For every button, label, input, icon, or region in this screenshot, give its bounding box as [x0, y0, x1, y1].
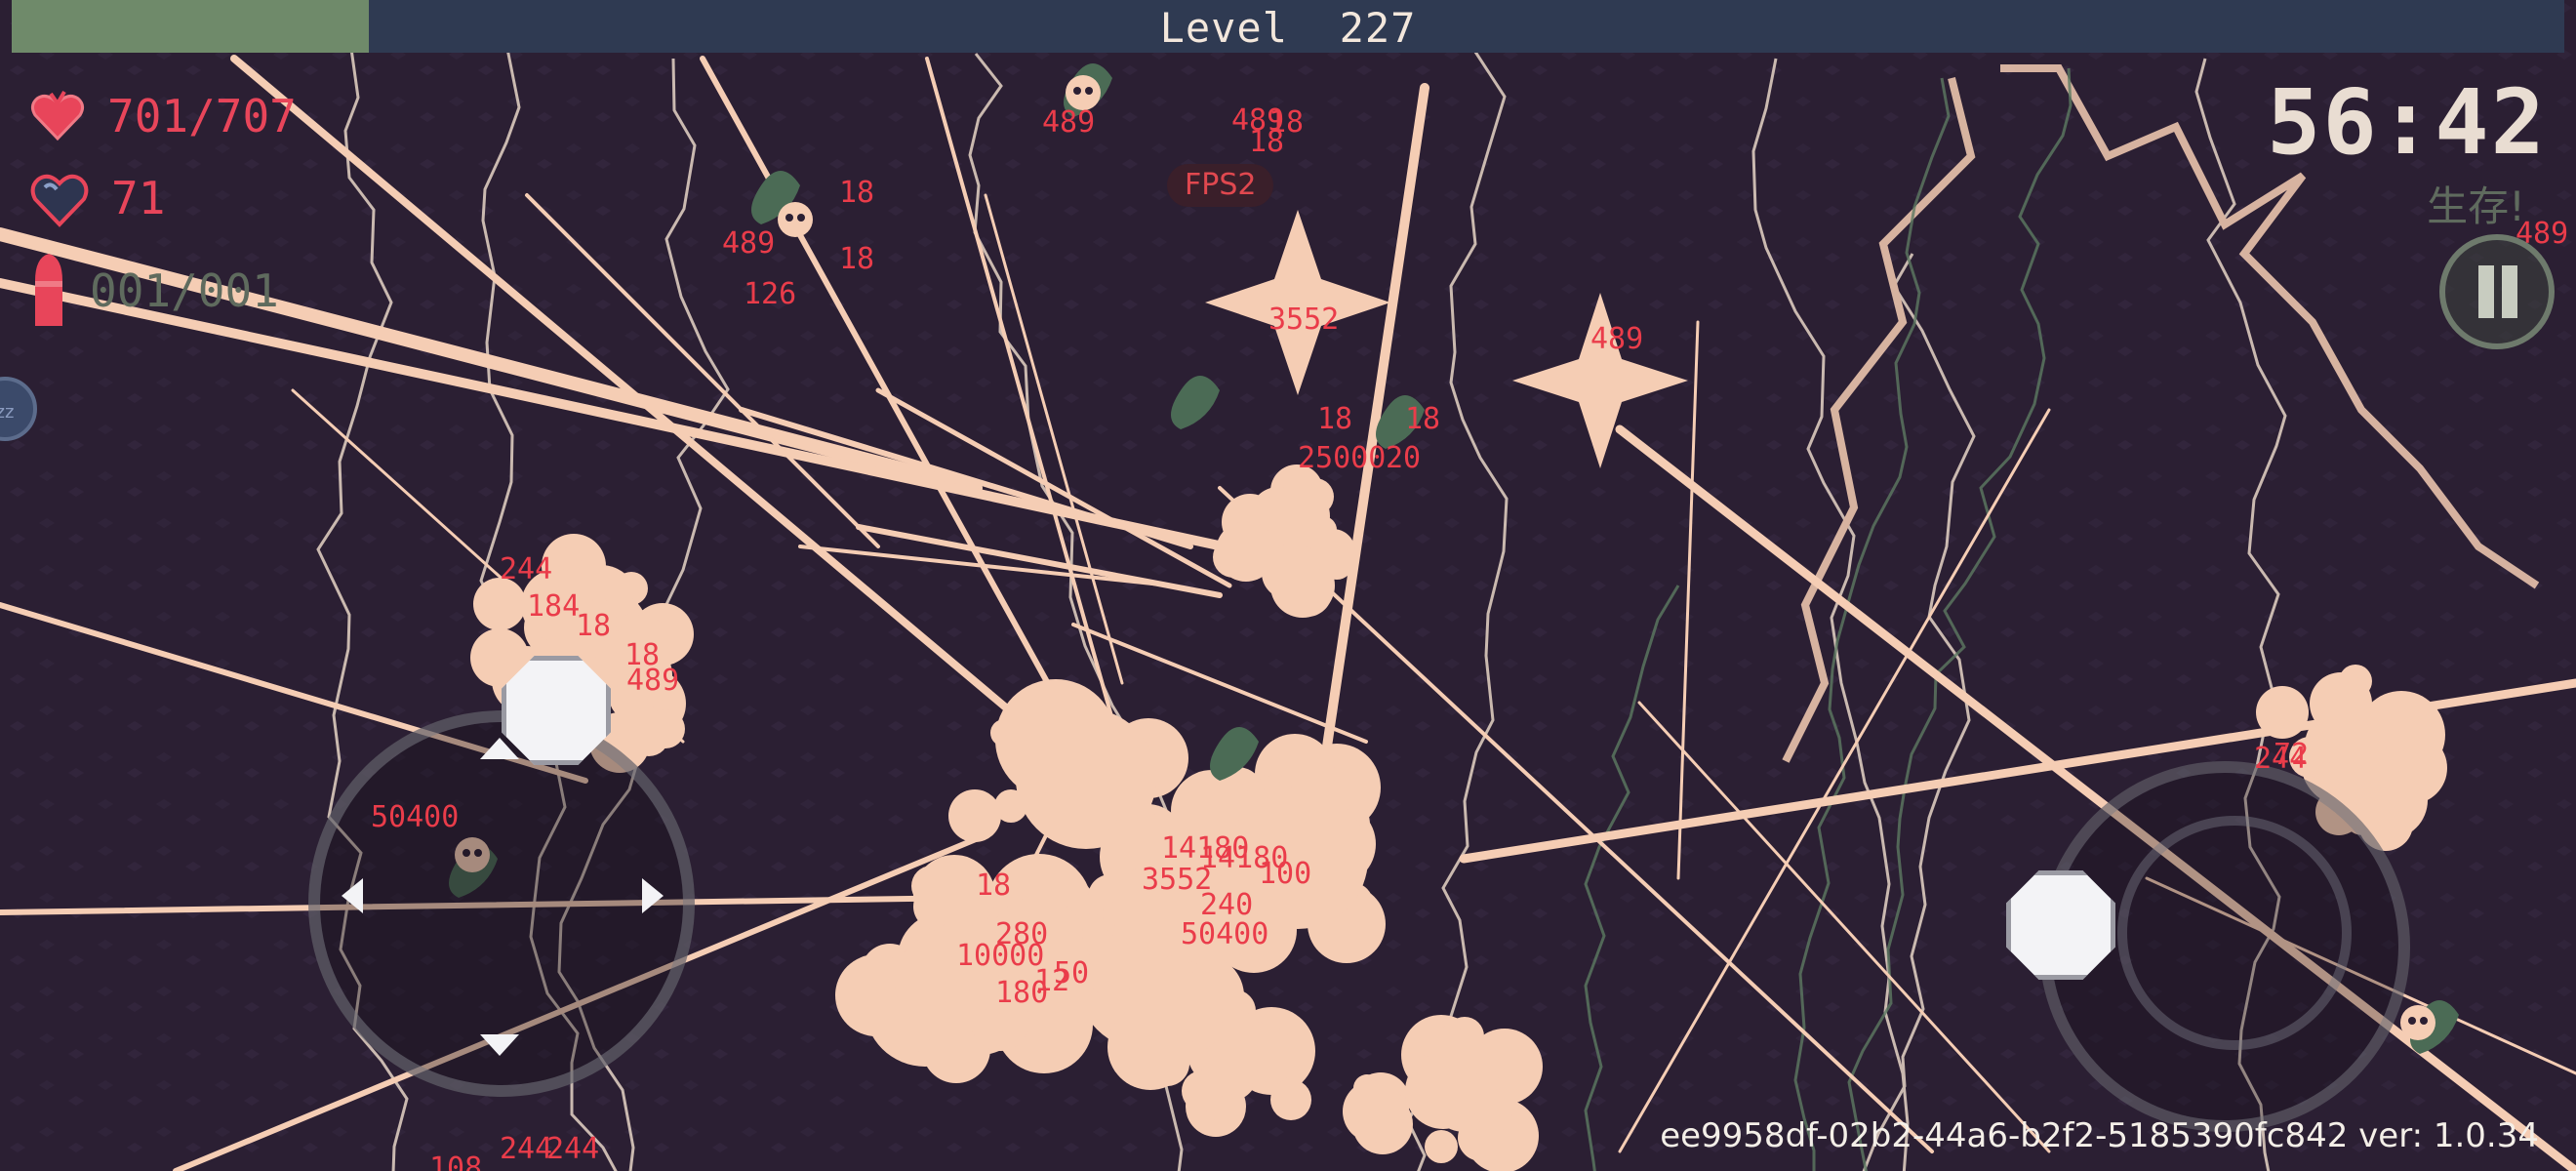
- damage-number: 489: [1042, 105, 1096, 140]
- armor-value: 71: [111, 172, 166, 224]
- fps-counter: FPS2: [1167, 164, 1274, 207]
- aim-joystick-inner-ring: [2117, 816, 2352, 1050]
- damage-number: 108: [429, 1151, 483, 1171]
- damage-number: 489: [2516, 217, 2569, 251]
- survive-label: 生存!: [2427, 182, 2525, 230]
- skull-enemy: [2400, 1005, 2435, 1040]
- ammo-stat: 001/001: [29, 252, 279, 330]
- build-id: ee9958df-02b2-44a6-b2f2-5185390fc842: [1660, 1116, 2349, 1155]
- explosion-puff: [2391, 748, 2437, 795]
- bullet-icon: [35, 254, 62, 326]
- arrow-left-icon: [342, 878, 363, 913]
- explosion-puff: [1201, 1038, 1258, 1095]
- damage-number: 18: [976, 868, 1012, 903]
- explosion-puff: [1405, 1053, 1481, 1129]
- damage-number: 12: [1034, 964, 1070, 998]
- damage-number: 18: [1317, 402, 1353, 436]
- health-stat: 701/707: [29, 88, 297, 144]
- damage-number: 244: [500, 552, 553, 586]
- damage-number: 50400: [371, 800, 460, 834]
- damage-number: 244: [500, 1132, 553, 1166]
- skull-enemy: [778, 202, 813, 237]
- damage-number: 3552: [1268, 303, 1340, 337]
- explosion-puff: [1270, 1079, 1311, 1120]
- damage-number: 244: [546, 1132, 600, 1166]
- explosion-puff: [948, 789, 1001, 842]
- damage-number: 489: [1590, 322, 1644, 356]
- explosion-puff: [990, 719, 1018, 747]
- damage-number: 100: [1259, 857, 1312, 891]
- damage-number: 18: [576, 609, 612, 643]
- level-value: 227: [1339, 4, 1417, 52]
- version-label: ver:: [2358, 1116, 2424, 1155]
- explosion-puff: [1425, 1130, 1458, 1163]
- explosion-puff: [602, 574, 633, 605]
- damage-number: 50400: [1181, 917, 1269, 951]
- level-label: Level: [1159, 4, 1288, 52]
- explosion-puff: [1343, 1080, 1405, 1143]
- armor-stat: 71: [29, 168, 165, 228]
- explosion-puff: [1474, 1089, 1513, 1128]
- explosion-puff: [2256, 686, 2309, 739]
- version-number: 1.0.34: [2433, 1116, 2539, 1155]
- damage-number: 489: [626, 664, 680, 698]
- explosion-puff: [1262, 546, 1314, 599]
- survival-timer: 56:42: [2267, 70, 2547, 175]
- damage-number: 20: [1386, 441, 1422, 475]
- damage-number: 489: [722, 226, 776, 261]
- explosion-puff: [1266, 484, 1330, 548]
- game-stage[interactable]: Level 227 701/707 71 001/001 56:42 生存! F…: [0, 0, 2576, 1171]
- explosion-puff: [1147, 969, 1211, 1033]
- build-info: ee9958df-02b2-44a6-b2f2-5185390fc842 ver…: [1660, 1116, 2539, 1155]
- arrow-right-icon: [642, 878, 664, 913]
- damage-number: 126: [744, 277, 797, 311]
- pause-button[interactable]: [2439, 234, 2555, 349]
- damage-number: 184: [527, 589, 581, 624]
- heart-icon: [30, 90, 85, 141]
- health-value: 701/707: [107, 90, 297, 142]
- damage-number: 10000: [956, 939, 1045, 973]
- damage-number: 244: [2254, 742, 2308, 776]
- xp-bar: Level 227: [12, 0, 2564, 53]
- arrow-down-icon: [480, 1034, 519, 1056]
- aim-joystick-knob[interactable]: [2006, 870, 2115, 980]
- damage-number: 18: [1268, 105, 1305, 140]
- shield-heart-icon: [30, 174, 89, 227]
- damage-number: 18: [839, 176, 875, 210]
- level-indicator: Level 227: [12, 4, 2564, 52]
- damage-number: 25000: [1298, 441, 1387, 475]
- explosion-puff: [628, 715, 669, 756]
- damage-number: 18: [839, 242, 875, 276]
- ammo-value: 001/001: [90, 264, 279, 317]
- damage-number: 18: [1405, 402, 1441, 436]
